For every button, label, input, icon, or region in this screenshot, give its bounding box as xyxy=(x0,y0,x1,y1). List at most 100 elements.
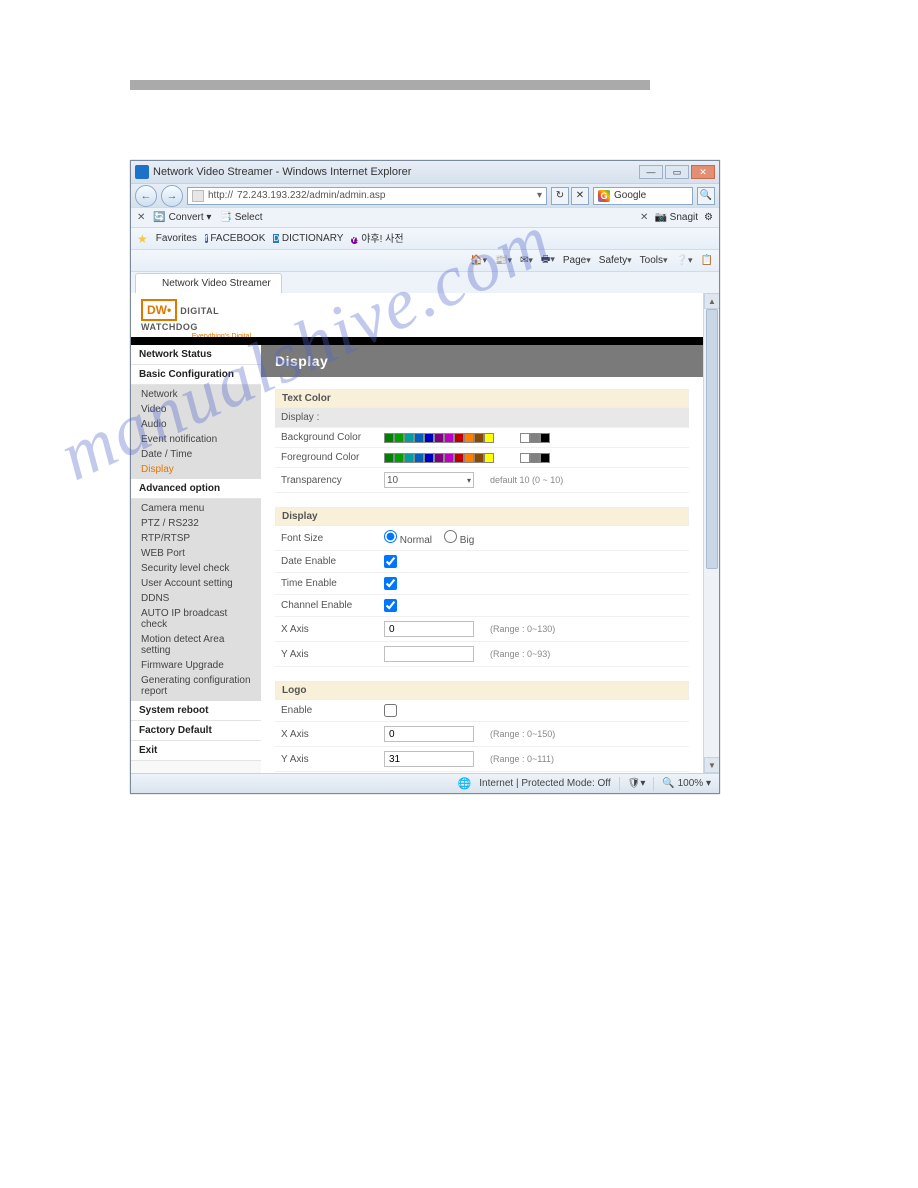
sidebar-item-video[interactable]: Video xyxy=(131,402,261,417)
snagit-close-button[interactable]: ✕ xyxy=(640,212,648,223)
sidebar-item-event-notification[interactable]: Event notification xyxy=(131,432,261,447)
tools-menu[interactable]: Tools▾ xyxy=(640,255,668,266)
color-swatch[interactable] xyxy=(444,433,454,443)
back-button[interactable]: ← xyxy=(135,185,157,207)
print-button[interactable]: 🖶▾ xyxy=(541,252,555,269)
sidebar-item-motion-detect-area-setting[interactable]: Motion detect Area setting xyxy=(131,632,261,658)
window-maximize-button[interactable]: ▭ xyxy=(665,165,689,179)
color-swatch[interactable] xyxy=(424,433,434,443)
mail-button[interactable]: ✉▾ xyxy=(520,255,533,266)
logo-y-input[interactable] xyxy=(384,751,474,767)
date-enable-checkbox[interactable] xyxy=(384,555,397,568)
color-swatch[interactable] xyxy=(484,433,494,443)
sidebar-item-date-time[interactable]: Date / Time xyxy=(131,447,261,462)
sidebar-exit[interactable]: Exit xyxy=(131,741,261,761)
search-go-button[interactable]: 🔍 xyxy=(697,187,715,205)
zoom-control[interactable]: 🔍 100% ▾ xyxy=(662,778,711,789)
color-swatch[interactable] xyxy=(394,453,404,463)
color-swatch[interactable] xyxy=(530,433,540,443)
extra-button[interactable]: 📋 xyxy=(701,255,713,266)
select-button[interactable]: 📑 Select xyxy=(219,212,262,223)
forward-button[interactable]: → xyxy=(161,185,183,207)
sidebar-item-security-level-check[interactable]: Security level check xyxy=(131,561,261,576)
safety-menu[interactable]: Safety▾ xyxy=(599,255,632,266)
color-swatch[interactable] xyxy=(520,453,530,463)
color-swatch[interactable] xyxy=(434,453,444,463)
color-swatch[interactable] xyxy=(404,453,414,463)
color-swatch[interactable] xyxy=(404,433,414,443)
color-swatch[interactable] xyxy=(530,453,540,463)
sidebar-item-rtp-rtsp[interactable]: RTP/RTSP xyxy=(131,531,261,546)
color-swatch[interactable] xyxy=(384,453,394,463)
color-swatch[interactable] xyxy=(384,433,394,443)
fg-color-picker[interactable] xyxy=(384,453,494,463)
color-swatch[interactable] xyxy=(434,433,444,443)
snagit-button[interactable]: 📷 Snagit xyxy=(654,212,698,223)
scroll-thumb[interactable] xyxy=(706,309,718,569)
sidebar-item-display[interactable]: Display xyxy=(131,462,261,477)
scroll-track[interactable] xyxy=(704,309,719,757)
bg-color-picker-secondary[interactable] xyxy=(520,433,550,443)
logo-x-input[interactable] xyxy=(384,726,474,742)
sidebar-item-network[interactable]: Network xyxy=(131,387,261,402)
xaxis-input[interactable] xyxy=(384,621,474,637)
color-swatch[interactable] xyxy=(454,453,464,463)
favorites-star-icon[interactable]: ★ xyxy=(137,232,148,246)
radio-normal[interactable] xyxy=(384,530,397,543)
snagit-settings-button[interactable]: ⚙ xyxy=(704,212,713,223)
color-swatch[interactable] xyxy=(474,453,484,463)
font-size-normal-radio[interactable]: Normal xyxy=(384,530,432,546)
refresh-button[interactable]: ↻ xyxy=(551,187,569,205)
sidebar-network-status[interactable]: Network Status xyxy=(131,345,261,365)
feeds-button[interactable]: 📰▾ xyxy=(495,255,512,266)
favorites-label[interactable]: Favorites xyxy=(156,233,197,244)
color-swatch[interactable] xyxy=(520,433,530,443)
yaxis-input[interactable] xyxy=(384,646,474,662)
channel-enable-checkbox[interactable] xyxy=(384,599,397,612)
sidebar-item-user-account-setting[interactable]: User Account setting xyxy=(131,576,261,591)
color-swatch[interactable] xyxy=(484,453,494,463)
sidebar-item-ddns[interactable]: DDNS xyxy=(131,591,261,606)
browser-search-box[interactable]: G Google xyxy=(593,187,693,205)
protected-mode-icon[interactable]: 🛡▾ xyxy=(628,778,646,789)
color-swatch[interactable] xyxy=(414,433,424,443)
page-menu[interactable]: Page▾ xyxy=(563,255,591,266)
sidebar-system-reboot[interactable]: System reboot xyxy=(131,701,261,721)
bg-color-picker[interactable] xyxy=(384,433,494,443)
transparency-select[interactable]: 10 ▾ xyxy=(384,472,474,488)
address-bar[interactable]: http:// 72.243.193.232/admin/admin.asp ▾ xyxy=(187,187,547,205)
color-swatch[interactable] xyxy=(394,433,404,443)
help-button[interactable]: ❔▾ xyxy=(676,255,693,266)
color-swatch[interactable] xyxy=(540,433,550,443)
color-swatch[interactable] xyxy=(464,453,474,463)
sidebar-item-ptz-rs232[interactable]: PTZ / RS232 xyxy=(131,516,261,531)
tab-network-video-streamer[interactable]: Network Video Streamer xyxy=(135,273,282,293)
sidebar-item-generating-configuration-report[interactable]: Generating configuration report xyxy=(131,673,261,699)
sidebar-item-firmware-upgrade[interactable]: Firmware Upgrade xyxy=(131,658,261,673)
addon-close-button[interactable]: ✕ xyxy=(137,212,145,223)
sidebar-item-web-port[interactable]: WEB Port xyxy=(131,546,261,561)
sidebar-item-audio[interactable]: Audio xyxy=(131,417,261,432)
color-swatch[interactable] xyxy=(464,433,474,443)
color-swatch[interactable] xyxy=(444,453,454,463)
sidebar-item-camera-menu[interactable]: Camera menu xyxy=(131,501,261,516)
scroll-down-button[interactable]: ▼ xyxy=(704,757,719,773)
yahoo-bookmark[interactable]: Y! 야후! 사전 xyxy=(351,230,403,247)
time-enable-checkbox[interactable] xyxy=(384,577,397,590)
logo-enable-checkbox[interactable] xyxy=(384,704,397,717)
stop-button[interactable]: ✕ xyxy=(571,187,589,205)
convert-button[interactable]: 🔄 Convert ▾ xyxy=(153,212,211,223)
fg-color-picker-secondary[interactable] xyxy=(520,453,550,463)
vertical-scrollbar[interactable]: ▲ ▼ xyxy=(703,293,719,773)
address-dropdown-icon[interactable]: ▾ xyxy=(537,190,542,201)
scroll-up-button[interactable]: ▲ xyxy=(704,293,719,309)
color-swatch[interactable] xyxy=(424,453,434,463)
facebook-bookmark[interactable]: f FACEBOOK xyxy=(205,233,265,245)
color-swatch[interactable] xyxy=(414,453,424,463)
window-minimize-button[interactable]: — xyxy=(639,165,663,179)
sidebar-item-auto-ip-broadcast-check[interactable]: AUTO IP broadcast check xyxy=(131,606,261,632)
home-button[interactable]: 🏠▾ xyxy=(470,255,487,266)
color-swatch[interactable] xyxy=(454,433,464,443)
color-swatch[interactable] xyxy=(540,453,550,463)
sidebar-basic-config[interactable]: Basic Configuration xyxy=(131,365,261,385)
